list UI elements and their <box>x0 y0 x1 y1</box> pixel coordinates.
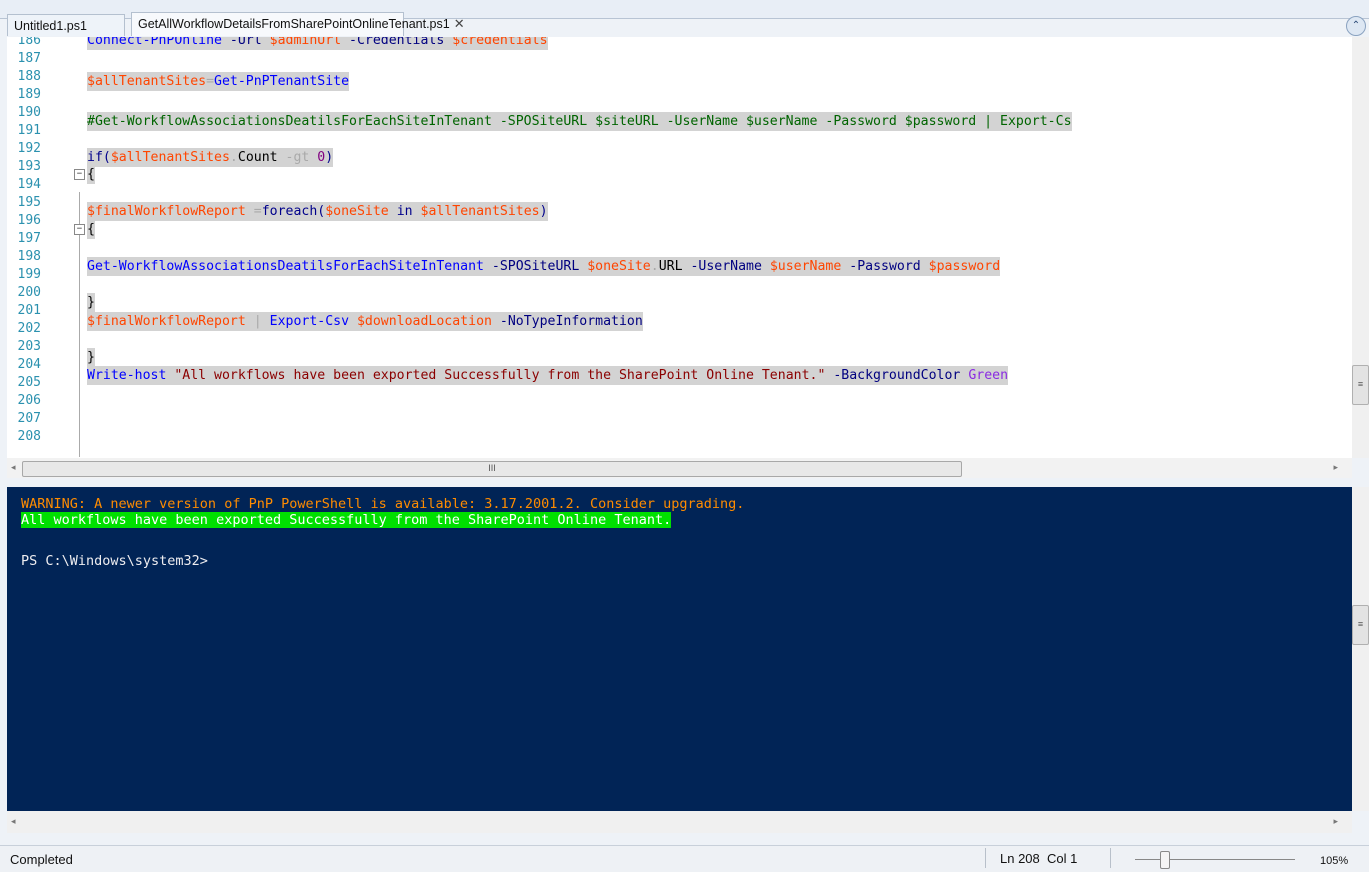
code-line-196: { <box>87 220 95 239</box>
code-line-192: if($allTenantSites.Count -gt 0) <box>87 148 334 167</box>
close-tab-icon[interactable]: ✕ <box>454 16 465 31</box>
line-number: 193 <box>17 159 41 174</box>
line-number: 192 <box>17 141 41 156</box>
tab-getallworkflowdetails[interactable]: GetAllWorkflowDetailsFromSharePointOnlin… <box>131 12 465 36</box>
line-number: 189 <box>17 87 41 102</box>
code-line-200: } <box>87 293 95 312</box>
line-number: 203 <box>17 339 41 354</box>
line-number: 205 <box>17 375 41 390</box>
tab-untitled1[interactable]: Untitled1.ps1 <box>7 14 125 36</box>
scroll-right-icon[interactable]: ▸ <box>1333 816 1338 827</box>
line-number: 186 <box>17 37 41 48</box>
zoom-slider-track[interactable] <box>1135 859 1295 860</box>
script-editor[interactable]: 186 187 188 189 190 191 192 193 194 195 196 197 198 1… <box>7 37 1352 458</box>
line-number: 200 <box>17 285 41 300</box>
scroll-left-icon[interactable]: ◂ <box>11 816 16 827</box>
console-warning-line: WARNING: A newer version of PnP PowerShe… <box>21 496 745 512</box>
line-number: 194 <box>17 177 41 192</box>
line-number: 201 <box>17 303 41 318</box>
line-number: 195 <box>17 195 41 210</box>
zoom-slider-thumb[interactable] <box>1160 851 1170 869</box>
console-output-line: All workflows have been exported Success… <box>21 512 672 528</box>
fold-toggle-icon[interactable]: − <box>74 224 85 235</box>
status-divider <box>985 848 986 868</box>
line-number: 204 <box>17 357 41 372</box>
console-horizontal-scrollbar[interactable]: ◂ ▸ <box>7 811 1352 833</box>
fold-toggle-icon[interactable]: − <box>74 169 85 180</box>
line-number: 199 <box>17 267 41 282</box>
code-line-201: $finalWorkflowReport | Export-Csv $downl… <box>87 312 643 331</box>
line-number: 196 <box>17 213 41 228</box>
line-number: 208 <box>17 429 41 444</box>
line-number: 191 <box>17 123 41 138</box>
code-line-193: { <box>87 165 95 184</box>
line-number: 188 <box>17 69 41 84</box>
console-prompt[interactable]: PS C:\Windows\system32> <box>21 553 208 569</box>
line-number: 190 <box>17 105 41 120</box>
line-number: 197 <box>17 231 41 246</box>
code-line-190: #Get-WorkflowAssociationsDeatilsForEachS… <box>87 112 1072 131</box>
console-pane[interactable]: WARNING: A newer version of PnP PowerShe… <box>7 487 1352 811</box>
line-number: 202 <box>17 321 41 336</box>
status-divider <box>1110 848 1111 868</box>
scroll-right-icon[interactable]: ▸ <box>1333 462 1338 473</box>
console-vertical-scrollbar[interactable] <box>1352 487 1369 811</box>
code-line-186: Connect-PnPOnline -Url $adminUrl -Creden… <box>87 37 548 50</box>
line-number: 187 <box>17 51 41 66</box>
code-line-203: } <box>87 348 95 367</box>
editor-hscroll-thumb[interactable]: III <box>22 461 962 477</box>
collapse-pane-icon[interactable]: ⌃ <box>1346 16 1366 36</box>
line-number: 207 <box>17 411 41 426</box>
tab-label: GetAllWorkflowDetailsFromSharePointOnlin… <box>138 17 450 31</box>
editor-scroll-thumb[interactable]: ≡ <box>1352 365 1369 405</box>
code-line-188: $allTenantSites=Get-PnPTenantSite <box>87 72 350 91</box>
line-number: 206 <box>17 393 41 408</box>
tab-label: Untitled1.ps1 <box>14 19 87 33</box>
code-line-204: Write-host "All workflows have been expo… <box>87 366 1009 385</box>
zoom-level: 105% <box>1320 855 1349 867</box>
cursor-position: Ln 208 Col 1 <box>1000 851 1078 866</box>
console-scroll-thumb[interactable]: ≡ <box>1352 605 1369 645</box>
code-line-195: $finalWorkflowReport =foreach($oneSite i… <box>87 202 548 221</box>
code-line-198: Get-WorkflowAssociationsDeatilsForEachSi… <box>87 257 1001 276</box>
line-number: 198 <box>17 249 41 264</box>
status-text: Completed <box>10 852 73 867</box>
scroll-left-icon[interactable]: ◂ <box>11 462 16 473</box>
